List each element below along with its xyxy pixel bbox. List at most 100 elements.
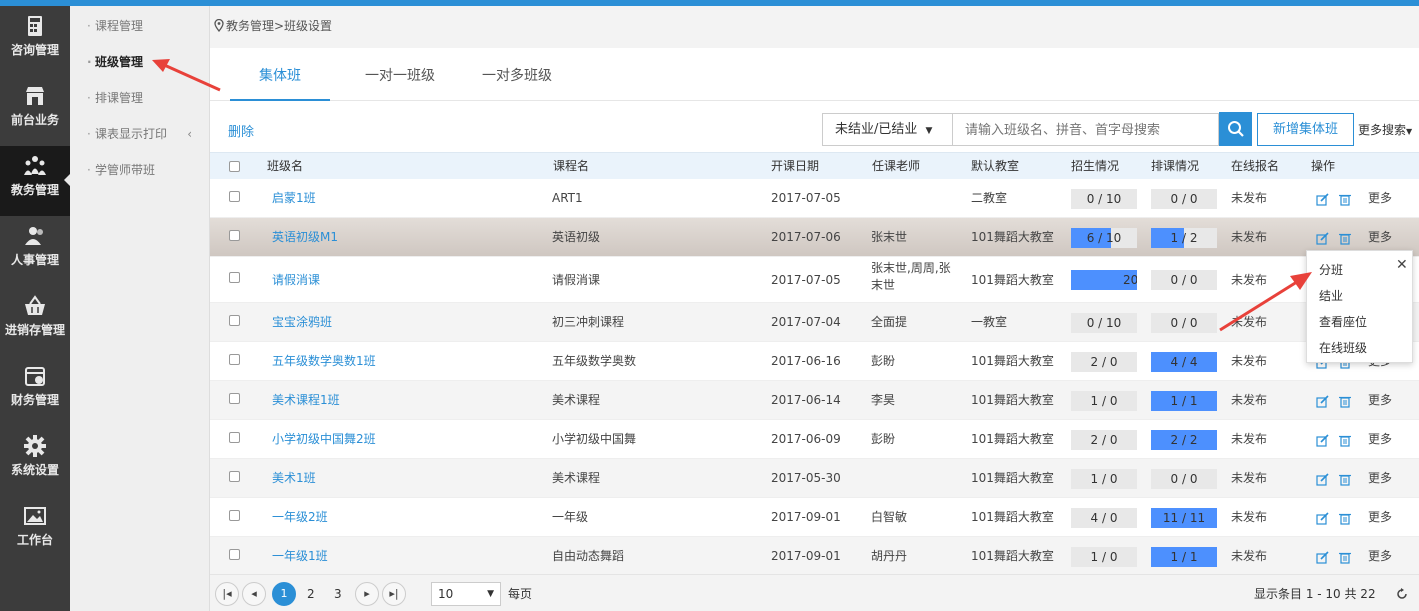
bullet: · [87,163,91,177]
class-name-link[interactable]: 一年级1班 [272,537,328,576]
start-date: 2017-09-01 [771,510,841,524]
more-actions-link[interactable]: 更多 [1368,459,1392,498]
page-button[interactable]: 2 [307,582,315,606]
nav-item-front[interactable]: 前台业务 [0,76,70,146]
row-checkbox[interactable] [229,393,240,404]
caret-down-icon: ▼ [925,126,933,136]
last-page-button[interactable]: ▸| [382,582,406,606]
edit-icon[interactable] [1316,434,1329,447]
enrollment-bar: 0 / 10 [1071,189,1137,209]
refresh-icon[interactable] [1396,588,1408,600]
next-page-button[interactable]: ▸ [355,582,379,606]
teacher-name: 李昊 [871,393,896,407]
class-name-link[interactable]: 英语初级M1 [272,218,338,257]
popup-item-assign[interactable]: 分班 [1319,260,1343,280]
popup-item-online-class[interactable]: 在线班级 [1319,338,1367,358]
class-name-link[interactable]: 宝宝涂鸦班 [272,303,332,342]
nav-item-academic[interactable]: 教务管理 [0,146,70,216]
nav-item-settings[interactable]: 系统设置 [0,426,70,496]
more-actions-link[interactable]: 更多 [1368,498,1392,537]
more-search-button[interactable]: 更多搜索▼ [1358,121,1412,138]
nav-item-inventory[interactable]: 进销存管理 [0,286,70,356]
edit-icon[interactable] [1316,232,1329,245]
nav-item-hr[interactable]: 人事管理 [0,216,70,286]
more-actions-link[interactable]: 更多 [1368,420,1392,459]
trash-icon[interactable] [1339,395,1351,408]
table-row[interactable]: 美术课程1班 美术课程 2017-06-14 李昊 101舞蹈大教室 1 / 0 1 / 1… [210,381,1419,420]
delete-button[interactable]: 删除 [228,121,254,140]
more-actions-link[interactable]: 更多 [1368,537,1392,576]
pagination-bar: |◂ ◂ 1 2 3 ▸ ▸| 10 ▼ 每页 显示条目 1 - 10 共 22 [210,574,1419,611]
nav-item-consult[interactable]: 咨询管理 [0,6,70,76]
table-row[interactable]: 美术1班 美术课程 2017-05-30 101舞蹈大教室 1 / 0 0 / 0 未发布 更… [210,459,1419,498]
row-checkbox[interactable] [229,272,240,283]
submenu-item-course[interactable]: · 课程管理 [70,14,210,38]
teacher-name: 彭盼 [871,432,896,446]
image-icon [24,507,46,525]
edit-icon[interactable] [1316,193,1329,206]
row-checkbox[interactable] [229,191,240,202]
more-actions-link[interactable]: 更多 [1368,381,1392,420]
edit-icon[interactable] [1316,473,1329,486]
submenu-item-mentor-class[interactable]: · 学管师带班 [70,158,210,182]
status-dropdown[interactable]: 未结业/已结业 ▼ [822,113,953,146]
page-button[interactable]: 3 [334,582,342,606]
classroom: 101舞蹈大教室 [971,273,1054,287]
class-name-link[interactable]: 启蒙1班 [272,179,316,218]
table-row[interactable]: 英语初级M1 英语初级 2017-07-06 张末世 101舞蹈大教室 6 / 10 1 /… [210,218,1419,257]
trash-icon[interactable] [1339,473,1351,486]
trash-icon[interactable] [1339,232,1351,245]
page-size-select[interactable]: 10 ▼ [431,582,501,606]
more-actions-link[interactable]: 更多 [1368,179,1392,218]
add-group-class-button[interactable]: 新增集体班 [1257,113,1354,146]
popup-item-graduate[interactable]: 结业 [1319,286,1343,306]
edit-icon[interactable] [1316,551,1329,564]
table-row[interactable]: 一年级1班 自由动态舞蹈 2017-09-01 胡丹丹 101舞蹈大教室 1 / 0 1 /… [210,537,1419,576]
search-button[interactable] [1219,112,1252,146]
scheduling-bar: 0 / 0 [1151,189,1217,209]
row-checkbox[interactable] [229,432,240,443]
trash-icon[interactable] [1339,193,1351,206]
table-row[interactable]: 五年级数学奥数1班 五年级数学奥数 2017-06-16 彭盼 101舞蹈大教室 2 / … [210,342,1419,381]
nav-item-finance[interactable]: 财务管理 [0,356,70,426]
row-checkbox[interactable] [229,510,240,521]
trash-icon[interactable] [1339,551,1351,564]
table-row[interactable]: 启蒙1班 ART1 2017-07-05 二教室 0 / 10 0 / 0 未发布 更多 [210,179,1419,218]
edit-icon[interactable] [1316,512,1329,525]
select-all-checkbox[interactable] [229,161,240,172]
scheduling-value: 2 / 2 [1170,433,1198,447]
tab-one-to-many[interactable]: 一对多班级 [462,48,572,101]
edit-icon[interactable] [1316,395,1329,408]
enrollment-value: 2 / 0 [1090,433,1118,447]
row-checkbox[interactable] [229,315,240,326]
submenu-item-timetable-print[interactable]: · 课表显示打印 ‹ [70,122,210,146]
nav-item-workbench[interactable]: 工作台 [0,496,70,566]
class-name-link[interactable]: 美术课程1班 [272,381,340,420]
table-row[interactable]: 一年级2班 一年级 2017-09-01 白智敏 101舞蹈大教室 4 / 0 11 / 1… [210,498,1419,537]
enrollment-value: 20 [1123,273,1137,287]
class-name-link[interactable]: 小学初级中国舞2班 [272,420,376,459]
tab-one-on-one[interactable]: 一对一班级 [350,48,450,101]
start-date: 2017-06-16 [771,354,841,368]
class-name-link[interactable]: 一年级2班 [272,498,328,537]
table-row[interactable]: 小学初级中国舞2班 小学初级中国舞 2017-06-09 彭盼 101舞蹈大教室 2 / … [210,420,1419,459]
start-date: 2017-06-14 [771,393,841,407]
close-icon[interactable]: ✕ [1396,257,1408,273]
class-name-link[interactable]: 五年级数学奥数1班 [272,342,376,381]
class-name-link[interactable]: 请假消课 [272,257,320,296]
popup-item-view-seats[interactable]: 查看座位 [1319,312,1367,332]
first-page-button[interactable]: |◂ [215,582,239,606]
prev-page-button[interactable]: ◂ [242,582,266,606]
row-checkbox[interactable] [229,230,240,241]
trash-icon[interactable] [1339,434,1351,447]
row-checkbox[interactable] [229,549,240,560]
trash-icon[interactable] [1339,512,1351,525]
search-input[interactable] [953,113,1219,146]
page-button[interactable]: 1 [272,582,296,606]
scheduling-value: 11 / 11 [1162,511,1206,525]
row-checkbox[interactable] [229,354,240,365]
row-checkbox[interactable] [229,471,240,482]
class-name-link[interactable]: 美术1班 [272,459,316,498]
tab-group-class[interactable]: 集体班 [230,48,330,101]
submenu-label: 排课管理 [95,91,144,105]
